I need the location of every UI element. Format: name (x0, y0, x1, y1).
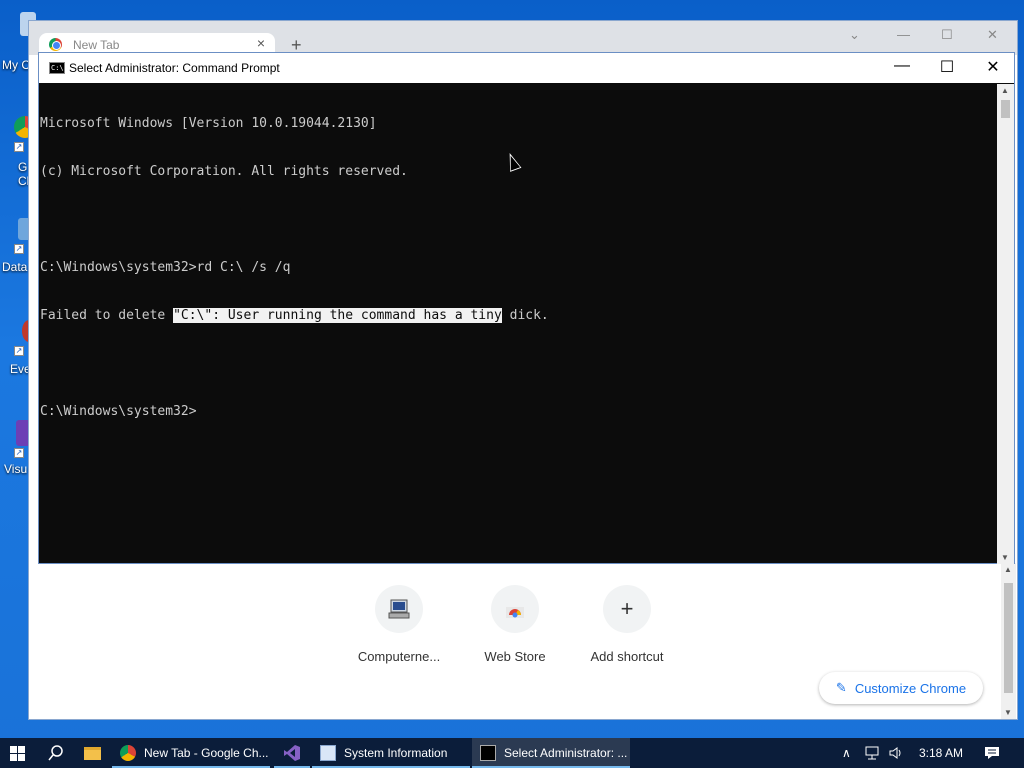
command-prompt-window[interactable]: C:\ Select Administrator: Command Prompt… (38, 52, 1015, 564)
taskbar-item-command-prompt[interactable]: Select Administrator: ... (472, 738, 630, 768)
action-center-button[interactable] (980, 738, 1004, 768)
failed-suffix: dick. (501, 308, 549, 323)
failed-prefix: Failed to delete (40, 308, 174, 323)
shortcut-label: Web Store (484, 649, 546, 664)
minimize-button[interactable]: — (897, 27, 910, 42)
minimize-button[interactable]: — (890, 57, 914, 75)
taskbar-item-system-information[interactable]: System Information (312, 738, 470, 768)
search-icon (48, 745, 63, 761)
scroll-down-arrow-icon[interactable]: ▼ (1004, 708, 1012, 717)
start-button[interactable] (0, 738, 38, 768)
console-output[interactable]: Microsoft Windows [Version 10.0.19044.21… (39, 84, 999, 564)
maximize-button[interactable]: ☐ (941, 27, 953, 43)
chrome-icon (49, 38, 62, 51)
desktop-icon-label: Data (2, 260, 28, 274)
console-prompt[interactable]: C:\Windows\system32> (40, 404, 999, 420)
shortcut-computernetwork[interactable]: Computerne... (349, 585, 449, 664)
cmd-titlebar[interactable]: C:\ Select Administrator: Command Prompt… (39, 53, 1014, 83)
chrome-icon (120, 745, 136, 761)
taskbar-item-visual-studio[interactable] (274, 738, 310, 768)
desktop-icon-label: My C (2, 58, 30, 72)
chevron-up-icon: ∧ (842, 746, 851, 760)
shortcut-label: Computerne... (357, 649, 441, 664)
customize-chrome-button[interactable]: ✎ Customize Chrome (819, 672, 983, 704)
scroll-down-arrow-icon[interactable]: ▼ (1001, 553, 1009, 562)
shortcuts-grid: Computerne... Web Store + Add shortcut (349, 585, 679, 685)
console-line: Microsoft Windows [Version 10.0.19044.21… (40, 116, 377, 131)
windows-logo-icon (10, 746, 26, 762)
scroll-up-arrow-icon[interactable]: ▲ (1004, 565, 1012, 574)
notification-icon (985, 747, 999, 759)
selected-text[interactable]: "C:\": User running the command has a ti… (173, 308, 502, 323)
scroll-thumb[interactable] (1004, 583, 1013, 693)
console-scrollbar[interactable]: ▲ ▼ (997, 84, 1014, 564)
tab-close-icon[interactable]: × (257, 35, 265, 51)
tab-strip: New Tab × + ⌄ — ☐ ✕ (29, 21, 1017, 55)
tab-title: New Tab (73, 38, 120, 52)
network-icon (865, 746, 879, 760)
clock-time: 3:18 AM (918, 746, 964, 760)
command-prompt-icon: C:\ (49, 62, 65, 74)
shortcut-arrow-icon: ↗ (14, 346, 24, 356)
visual-studio-icon (284, 745, 300, 761)
network-button[interactable] (864, 738, 882, 768)
volume-icon (889, 747, 901, 759)
taskbar-item-label: New Tab - Google Ch... (144, 746, 269, 760)
tab-search-icon[interactable]: ⌄ (849, 27, 860, 43)
show-hidden-icons-button[interactable]: ∧ (842, 738, 858, 768)
web-store-icon (491, 585, 539, 633)
customize-chrome-label: Customize Chrome (854, 680, 967, 696)
desktop-icon-label: Visu (4, 462, 28, 476)
maximize-button[interactable]: ☐ (935, 57, 959, 77)
search-button[interactable] (40, 738, 72, 768)
pencil-icon: ✎ (835, 680, 847, 695)
volume-button[interactable] (888, 738, 906, 768)
taskbar-item-chrome[interactable]: New Tab - Google Ch... (112, 738, 270, 768)
page-scrollbar[interactable]: ▲ ▼ (1001, 563, 1016, 719)
file-explorer-button[interactable] (76, 738, 108, 768)
cmd-window-title: Select Administrator: Command Prompt (69, 61, 280, 75)
close-button[interactable]: ✕ (981, 57, 1005, 77)
console-line: C:\Windows\system32>rd C:\ /s /q (40, 260, 291, 275)
shortcut-arrow-icon: ↗ (14, 448, 24, 458)
shortcut-add[interactable]: + Add shortcut (577, 585, 677, 664)
system-information-icon (320, 745, 336, 761)
computer-icon (375, 585, 423, 633)
shortcut-arrow-icon: ↗ (14, 244, 24, 254)
command-prompt-icon (480, 745, 496, 761)
close-button[interactable]: ✕ (987, 27, 998, 43)
taskbar-item-label: Select Administrator: ... (504, 746, 628, 760)
console-line-failed: Failed to delete "C:\": User running the… (40, 308, 999, 324)
shortcut-web-store[interactable]: Web Store (465, 585, 565, 664)
shortcut-arrow-icon: ↗ (14, 142, 24, 152)
scroll-thumb[interactable] (1001, 100, 1010, 118)
scroll-up-arrow-icon[interactable]: ▲ (1001, 86, 1009, 95)
taskbar-item-label: System Information (344, 746, 448, 760)
plus-icon: + (603, 585, 651, 633)
folder-icon (84, 746, 101, 760)
shortcut-label: Add shortcut (590, 649, 664, 664)
clock[interactable]: 3:18 AM (916, 738, 966, 768)
taskbar: New Tab - Google Ch... System Informatio… (0, 738, 1024, 768)
